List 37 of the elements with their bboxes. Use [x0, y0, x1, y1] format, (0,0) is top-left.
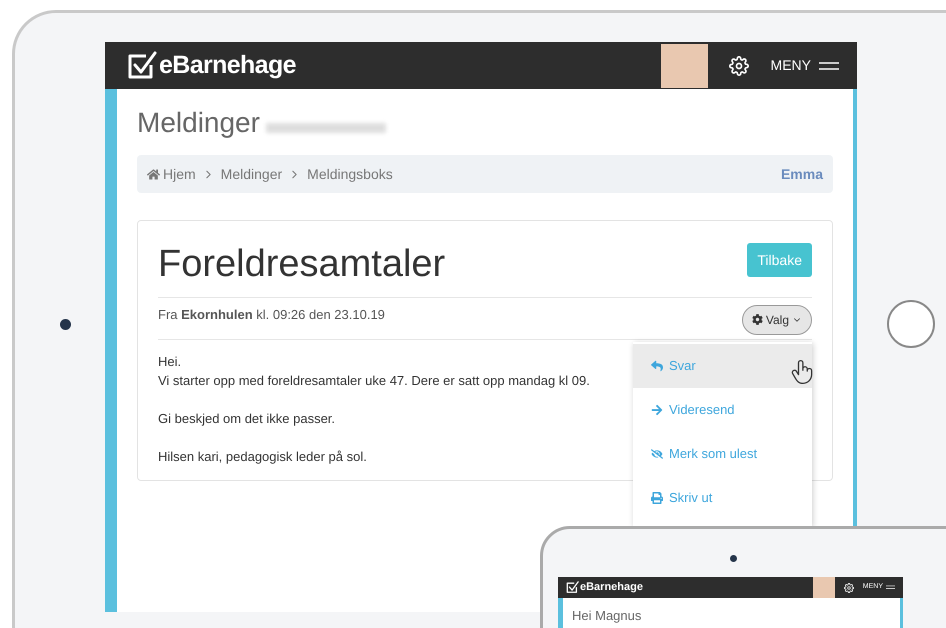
breadcrumb-link[interactable]: Meldingsboks — [307, 164, 393, 184]
options-button[interactable]: Valg — [742, 304, 812, 334]
right-arrow-icon — [651, 404, 663, 416]
dropdown-item[interactable]: Skriv ut — [633, 476, 812, 520]
gear-icon — [752, 314, 763, 325]
hamburger-menu-icon — [886, 585, 895, 590]
message-paragraph: Gi beskjed om det ikke passer. — [158, 410, 336, 428]
message-title: Foreldresamtaler — [158, 242, 446, 287]
reply-arrow-icon — [651, 360, 663, 372]
user-name-link[interactable]: Emma — [780, 164, 823, 184]
back-button[interactable]: Tilbake — [747, 243, 812, 277]
message-paragraph: Hilsen kari, pedagogisk leder på sol. — [158, 448, 367, 466]
settings-icon[interactable] — [844, 582, 854, 592]
hamburger-menu-icon — [819, 60, 839, 70]
app-logo[interactable]: eBarnehage — [580, 579, 643, 596]
child-photo-placeholder[interactable] — [660, 44, 708, 88]
menu-button[interactable]: MENY — [770, 55, 839, 76]
message-paragraph: Hei. Vi starter opp med foreldresamtaler uke 47. Dere er satt opp mandag kl 09. — [158, 352, 590, 390]
app-logo[interactable]: eBarnehage — [159, 46, 296, 84]
printer-icon — [651, 492, 663, 504]
page-title: Meldinger — [137, 109, 260, 137]
breadcrumb-link[interactable]: Hjem — [163, 164, 196, 184]
checkbox-logo-icon — [566, 581, 579, 594]
home-button[interactable] — [887, 300, 935, 348]
checkbox-logo-icon — [127, 50, 157, 80]
dropdown-item[interactable]: Merk som ulest — [633, 432, 812, 476]
child-photo-placeholder[interactable] — [812, 577, 835, 598]
dropdown-item[interactable]: Svar — [633, 344, 812, 388]
camera-icon — [730, 555, 737, 562]
home-icon — [147, 168, 160, 180]
breadcrumb-link[interactable]: Meldinger — [220, 164, 282, 184]
dropdown-item[interactable]: Videresend — [633, 388, 812, 432]
message-sender-info: Fra Ekornhulen kl. 09:26 den 23.10.19 — [158, 306, 385, 324]
camera-icon — [60, 319, 71, 330]
greeting-title: Hei Magnus — [572, 608, 642, 623]
settings-icon[interactable] — [728, 56, 749, 76]
crossed-eye-icon — [651, 448, 663, 460]
